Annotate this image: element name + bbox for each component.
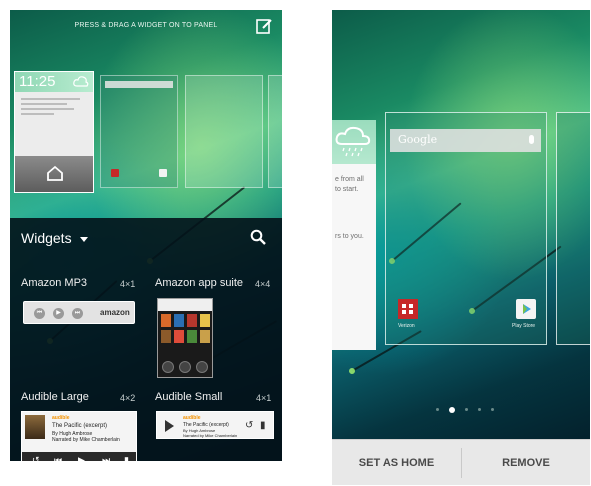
widget-size: 4×1 [256,393,272,403]
rain-cloud-icon [335,126,371,157]
clock-text: 11:25 [19,73,56,90]
widget-size: 4×2 [120,393,136,403]
search-placeholder: Google [398,133,438,146]
panel-thumbnail-4[interactable] [268,75,282,188]
widget-name: Amazon MP3 [21,277,88,289]
amazon-mp3-widget-preview[interactable]: ⏮ ▶ ⏭ amazon [23,301,135,324]
page-dot [436,408,439,411]
widgets-header: Widgets [10,218,282,258]
cloud-icon [73,76,89,87]
weather-widget [332,120,376,164]
verizon-icon[interactable] [398,299,418,319]
page-dot [491,408,494,411]
panel-text-line: to start. [335,186,359,193]
previous-icon: ⏮ [54,455,63,461]
suite-app-icon [196,361,208,373]
page-dot-active [449,407,455,413]
edit-icon[interactable] [256,18,272,34]
panel-text-line: rs to you. [335,233,364,240]
suite-header [158,299,212,311]
amazon-logo: amazon [100,308,130,317]
play-icon: ▶ [53,308,64,319]
adjacent-panel-right[interactable] [556,112,590,345]
panel-options-screen: e from all to start. rs to you. Google V… [332,10,590,449]
book-cover [25,415,45,439]
panel-thumbnail-3[interactable] [185,75,263,188]
remove-button[interactable]: REMOVE [462,440,590,486]
clock-weather-widget: 11:25 [15,72,93,92]
google-search-bar[interactable]: Google [390,129,541,152]
microphone-icon[interactable] [529,135,534,144]
book-cover [161,314,171,327]
selected-home-panel[interactable]: Google Verizon Play Store [385,112,547,345]
home-panel-thumbnail[interactable]: 11:25 [14,71,94,193]
book-cover [187,314,197,327]
home-indicator-bar [15,156,93,192]
audiobook-narrator: Narrated by Mike Chamberlain [52,437,120,443]
widget-size: 4×4 [255,279,271,289]
book-cover [174,314,184,327]
book-cover [187,330,197,343]
widget-name: Amazon app suite [155,277,244,289]
play-icon: ▶ [78,455,85,461]
set-as-home-button[interactable]: SET AS HOME [332,440,461,486]
suite-app-icon [179,361,191,373]
play-store-icon [159,169,167,177]
widget-name: Audible Large [21,391,89,403]
audible-logo: audible [183,415,201,421]
book-cover [161,330,171,343]
bookmark-icon: ▮ [260,420,266,431]
bookmark-icon: ▮ [124,455,129,461]
amazon-app-suite-widget-preview[interactable] [157,298,213,378]
audible-logo: audible [52,415,70,421]
book-cover [200,330,210,343]
suite-app-icon [162,361,174,373]
page-dot [465,408,468,411]
chevron-down-icon[interactable] [80,237,88,242]
app-label: Play Store [512,323,536,329]
audible-large-widget-preview[interactable]: audible The Pacific (excerpt) By Hugh Am… [21,411,137,461]
widget-size: 4×1 [120,279,136,289]
home-icon [47,165,63,181]
widgets-title[interactable]: Widgets [21,230,72,246]
adjacent-panel-left[interactable]: e from all to start. rs to you. [332,120,376,350]
widget-picker-screen: PRESS & DRAG A WIDGET ON TO PANEL 11:25 [10,10,282,461]
book-cover [174,330,184,343]
page-dot [478,408,481,411]
verizon-icon [111,169,119,177]
next-icon: ⏭ [72,308,83,319]
play-store-icon[interactable] [516,299,536,319]
previous-icon: ⏮ [34,308,45,319]
next-icon: ⏭ [102,455,111,461]
playback-controls: ↺ ⏮ ▶ ⏭ ▮ [22,452,136,461]
audiobook-title: The Pacific (excerpt) [52,423,108,429]
app-label: Verizon [398,323,415,329]
audiobook-narrator: Narrated by Mike Chamberlain [183,433,238,438]
feed-placeholder [21,98,87,118]
rewind-30-icon: ↺ [32,455,40,461]
widget-name: Audible Small [155,391,223,403]
audible-small-widget-preview[interactable]: audible The Pacific (excerpt) By Hugh Am… [156,411,274,439]
panel-thumbnail-2[interactable] [100,75,178,188]
drag-hint-text: PRESS & DRAG A WIDGET ON TO PANEL [74,22,218,29]
search-bar-thumbnail [105,81,173,88]
rewind-30-icon: ↺ [245,420,254,431]
search-icon[interactable] [250,229,266,245]
panel-action-bar: SET AS HOME REMOVE [332,439,590,485]
widgets-drawer: Widgets Amazon MP3 4×1 ⏮ ▶ ⏭ amazon Amaz… [10,218,282,461]
book-cover [200,314,210,327]
panel-text-line: e from all [335,176,364,183]
play-icon [165,420,174,432]
